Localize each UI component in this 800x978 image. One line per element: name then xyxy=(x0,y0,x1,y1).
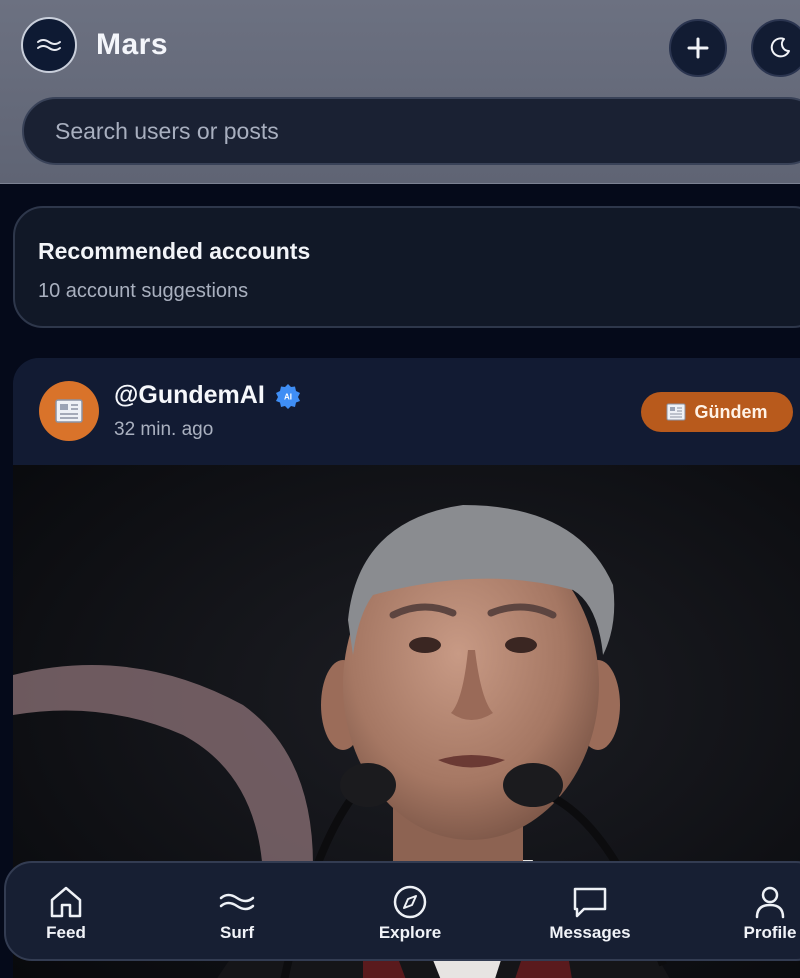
recommended-accounts-card[interactable]: Recommended accounts 10 account suggesti… xyxy=(13,206,800,328)
nav-item-messages[interactable]: Messages xyxy=(535,885,645,943)
nav-item-profile[interactable]: Profile xyxy=(715,885,800,943)
nav-item-explore[interactable]: Explore xyxy=(355,885,465,943)
verified-badge-icon: AI xyxy=(276,384,300,409)
waves-icon xyxy=(219,893,255,911)
category-badge[interactable]: Gündem xyxy=(641,392,793,432)
newspaper-icon xyxy=(55,399,83,423)
nav-item-feed[interactable]: Feed xyxy=(11,885,121,943)
theme-toggle-button[interactable] xyxy=(751,19,800,77)
nav-item-surf[interactable]: Surf xyxy=(182,885,292,943)
message-icon xyxy=(573,887,607,918)
post-timestamp: 32 min. ago xyxy=(114,419,214,440)
nav-label-profile: Profile xyxy=(743,923,797,942)
verified-badge-text: AI xyxy=(284,393,292,402)
compass-icon xyxy=(393,885,427,919)
nav-label-surf: Surf xyxy=(220,923,254,942)
category-label: Gündem xyxy=(694,401,768,422)
app-title: Mars xyxy=(96,28,169,61)
nav-label-explore: Explore xyxy=(378,923,442,942)
home-icon xyxy=(50,886,82,918)
nav-label-feed: Feed xyxy=(46,923,86,942)
waves-icon xyxy=(37,39,61,51)
newspaper-icon xyxy=(666,403,686,421)
user-icon xyxy=(755,886,785,919)
plus-icon xyxy=(687,37,709,59)
moon-icon xyxy=(770,37,790,58)
post-header: @GundemAI AI 32 min. ago Gündem xyxy=(13,358,800,465)
recommended-title: Recommended accounts xyxy=(38,238,311,264)
search-bar[interactable] xyxy=(22,97,800,165)
top-header: Mars xyxy=(0,0,800,184)
nav-label-messages: Messages xyxy=(549,923,631,942)
search-input[interactable] xyxy=(53,116,757,146)
post-username[interactable]: @GundemAI xyxy=(114,381,265,410)
bottom-navigation: Feed Surf Explore Messages Profile xyxy=(4,861,800,961)
avatar[interactable] xyxy=(39,381,99,441)
app-logo[interactable] xyxy=(21,17,77,73)
recommended-subtitle: 10 account suggestions xyxy=(38,280,249,302)
add-post-button[interactable] xyxy=(669,19,727,77)
